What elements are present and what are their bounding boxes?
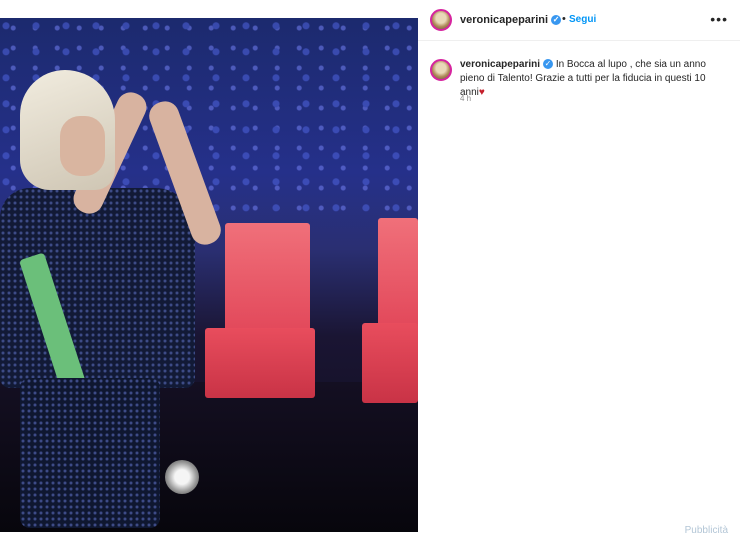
red-chair-seat-left xyxy=(205,328,315,398)
follow-button[interactable]: Segui xyxy=(569,14,596,25)
header-username-text[interactable]: veronicapeparini xyxy=(460,14,548,26)
post-sidebar: veronicapeparini ✓ • Segui ••• veronicape… xyxy=(418,0,740,550)
stage-spotlight xyxy=(165,460,199,494)
instagram-embed: veronicapeparini ✓ • Segui ••• veronicape… xyxy=(0,0,740,550)
caption: veronicapeparini ✓ In Bocca al lupo , che… xyxy=(460,58,720,100)
post-timestamp[interactable]: 4 h xyxy=(460,94,471,103)
verified-badge-icon: ✓ xyxy=(543,59,554,70)
red-chair-back-left xyxy=(225,223,310,333)
heart-emoji-icon: ♥ xyxy=(478,87,485,98)
caption-username[interactable]: veronicapeparini xyxy=(460,59,540,70)
ad-watermark: Pubblicità xyxy=(684,525,728,536)
header-divider xyxy=(418,40,740,41)
separator-dot: • xyxy=(562,13,566,25)
more-options-icon[interactable]: ••• xyxy=(710,11,728,27)
verified-badge-icon: ✓ xyxy=(551,15,562,26)
face xyxy=(60,116,105,176)
red-chair-back-right xyxy=(378,218,418,328)
profile-avatar[interactable] xyxy=(430,9,452,31)
red-chair-seat-right xyxy=(362,323,418,403)
sequin-shorts xyxy=(20,378,160,528)
header-username[interactable]: veronicapeparini ✓ xyxy=(460,14,562,26)
caption-avatar[interactable] xyxy=(430,59,452,81)
post-image[interactable] xyxy=(0,18,418,532)
